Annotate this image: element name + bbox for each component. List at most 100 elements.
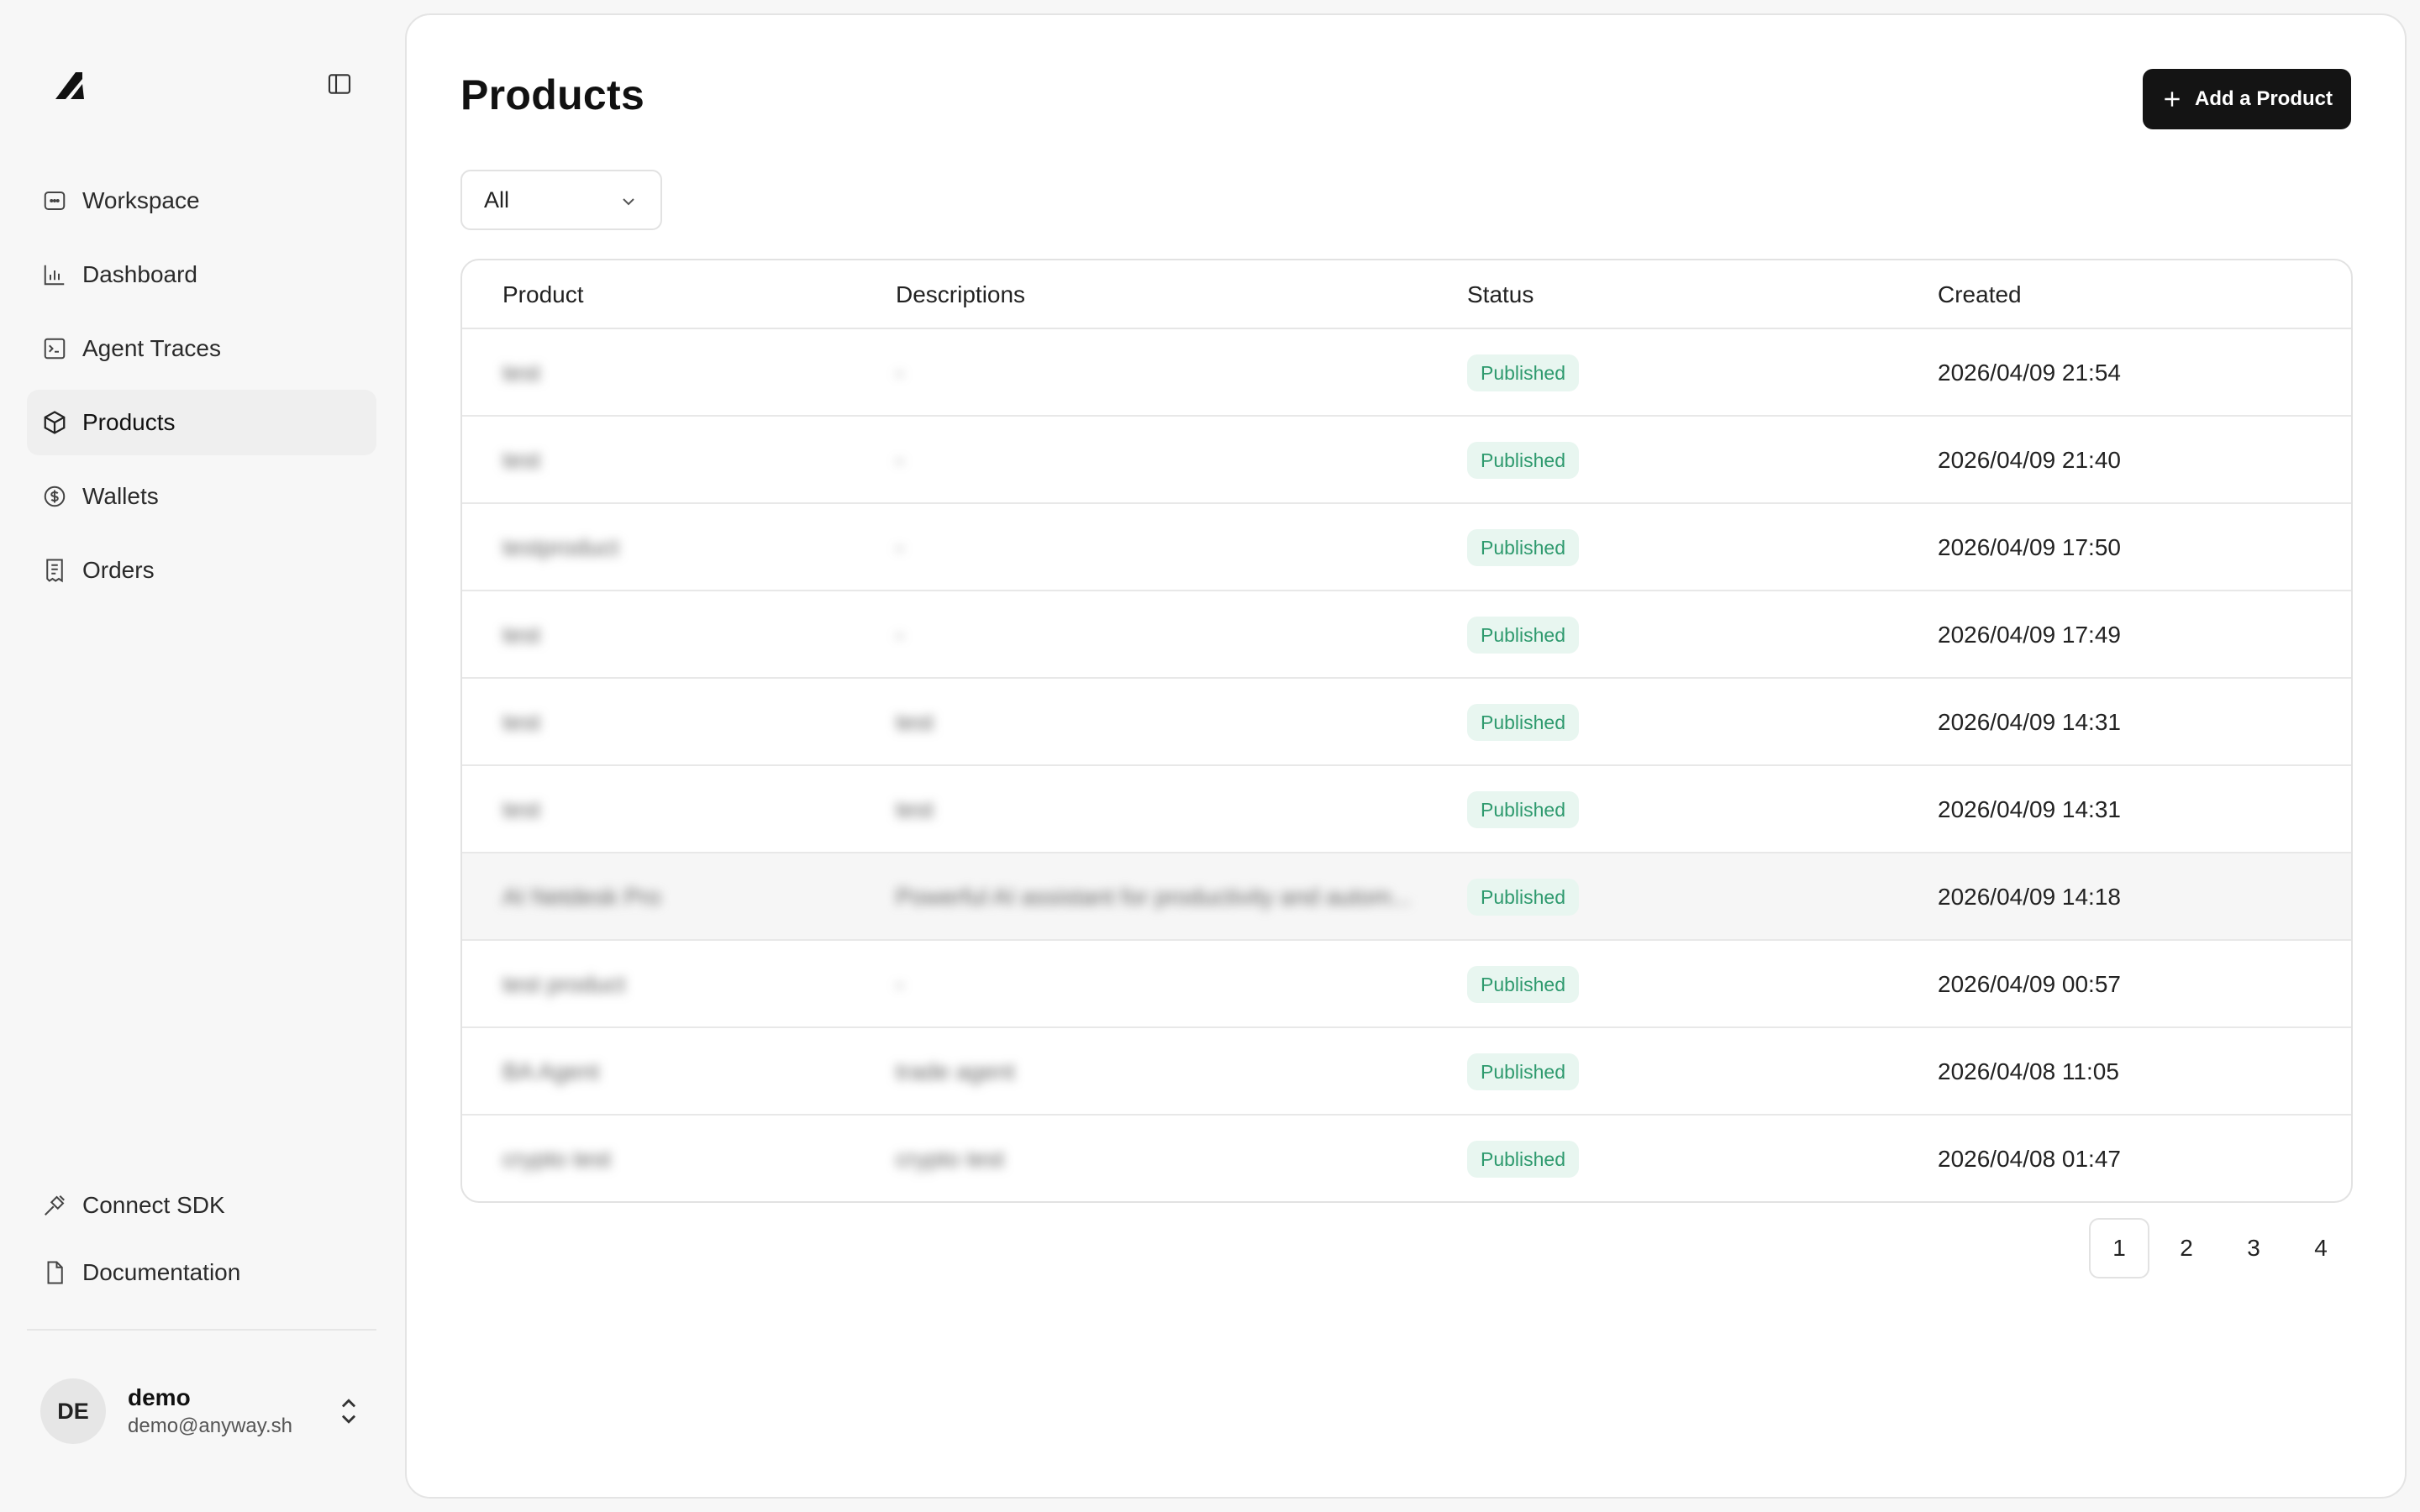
sidebar-toggle-button[interactable] (323, 67, 356, 101)
status-cell: Published (1467, 417, 1580, 504)
product-cell: test (502, 591, 540, 679)
terminal-icon (42, 336, 67, 361)
product-description: - (896, 360, 904, 386)
sidebar-item-wallets[interactable]: Wallets (27, 464, 376, 529)
product-name: AI Netdesk Pro (502, 884, 661, 910)
add-product-button[interactable]: Add a Product (2142, 69, 2351, 129)
status-badge: Published (1467, 704, 1580, 741)
product-cell: BA Agent (502, 1028, 599, 1116)
secondary-nav: Connect SDK Documentation (27, 1173, 376, 1307)
sidebar-item-label: Products (82, 409, 176, 435)
product-cell: test (502, 679, 540, 766)
product-name: test (502, 796, 541, 822)
status-badge: Published (1467, 966, 1580, 1003)
products-table: Product Descriptions Status Created test… (460, 259, 2353, 1203)
table-row[interactable]: test - Published 2026/04/09 21:54 (462, 329, 2351, 417)
table-row[interactable]: test - Published 2026/04/09 21:40 (462, 417, 2351, 504)
product-cell: testproduct (502, 504, 619, 591)
sidebar-item-label: Agent Traces (82, 335, 221, 361)
plug-icon (42, 1193, 67, 1218)
table-row[interactable]: test - Published 2026/04/09 17:49 (462, 591, 2351, 679)
description-cell: crypto test (896, 1116, 1005, 1201)
description-cell: Powerful AI assistant for productivity a… (896, 853, 1411, 941)
main-panel: Products Add a Product All Product Descr… (405, 13, 2407, 1499)
table-row[interactable]: crypto test crypto test Published 2026/0… (462, 1116, 2351, 1201)
sidebar-item-documentation[interactable]: Documentation (27, 1240, 376, 1305)
product-description: trade agent (896, 1058, 1015, 1084)
page-button-1[interactable]: 1 (2089, 1218, 2149, 1278)
table-row[interactable]: test test Published 2026/04/09 14:31 (462, 766, 2351, 853)
pagination: 1 2 3 4 (2082, 1218, 2351, 1278)
page-button-3[interactable]: 3 (2223, 1218, 2284, 1278)
sidebar-item-label: Documentation (82, 1259, 241, 1285)
created-date: 2026/04/09 21:54 (1938, 360, 2121, 386)
sidebar-item-label: Dashboard (82, 261, 197, 287)
product-description: test (896, 796, 934, 822)
sidebar-divider (27, 1329, 376, 1331)
bar-chart-icon (42, 262, 67, 287)
sidebar-item-label: Connect SDK (82, 1192, 225, 1218)
product-name: test product (502, 971, 626, 997)
product-cell: test (502, 417, 540, 504)
chevron-down-icon (623, 198, 634, 206)
sidebar-item-label: Wallets (82, 483, 159, 509)
sidebar-item-workspace[interactable]: Workspace (27, 168, 376, 234)
product-name: testproduct (502, 534, 619, 560)
sidebar: Workspace Dashboard Agent Traces Product… (0, 0, 405, 1512)
workspace-icon (42, 188, 67, 213)
sidebar-item-connect-sdk[interactable]: Connect SDK (27, 1173, 376, 1238)
description-cell: test (896, 679, 934, 766)
filter-value: All (484, 186, 510, 213)
sidebar-item-label: Orders (82, 557, 155, 583)
table-row[interactable]: BA Agent trade agent Published 2026/04/0… (462, 1028, 2351, 1116)
brand-logo-icon[interactable] (50, 64, 91, 104)
table-row[interactable]: testproduct - Published 2026/04/09 17:50 (462, 504, 2351, 591)
user-info: demo demo@anyway.sh (128, 1383, 292, 1440)
main-nav: Workspace Dashboard Agent Traces Product… (27, 168, 376, 612)
add-product-label: Add a Product (2194, 87, 2333, 110)
status-cell: Published (1467, 1028, 1580, 1116)
chevron-up-down-icon (341, 1399, 356, 1424)
table-row[interactable]: test product - Published 2026/04/09 00:5… (462, 941, 2351, 1028)
column-header-descriptions: Descriptions (896, 281, 1026, 307)
description-cell: - (896, 417, 903, 504)
plus-icon (2165, 92, 2180, 107)
product-name: test (502, 360, 541, 386)
status-cell: Published (1467, 853, 1580, 941)
product-cell: crypto test (502, 1116, 612, 1201)
product-description: - (896, 447, 904, 473)
sidebar-item-products[interactable]: Products (27, 390, 376, 455)
description-cell: test (896, 766, 934, 853)
product-name: crypto test (502, 1146, 612, 1172)
status-filter-select[interactable]: All (460, 170, 662, 230)
product-name: test (502, 622, 541, 648)
created-date: 2026/04/09 14:31 (1938, 709, 2121, 735)
sidebar-item-agent-traces[interactable]: Agent Traces (27, 316, 376, 381)
table-row[interactable]: AI Netdesk Pro Powerful AI assistant for… (462, 853, 2351, 941)
user-menu[interactable]: DE demo demo@anyway.sh (27, 1361, 376, 1462)
product-description: Powerful AI assistant for productivity a… (896, 884, 1412, 910)
created-date: 2026/04/09 17:50 (1938, 534, 2121, 560)
status-cell: Published (1467, 504, 1580, 591)
dollar-circle-icon (42, 484, 67, 509)
page-button-2[interactable]: 2 (2156, 1218, 2217, 1278)
status-badge: Published (1467, 617, 1580, 654)
table-row[interactable]: test test Published 2026/04/09 14:31 (462, 679, 2351, 766)
status-badge: Published (1467, 1053, 1580, 1090)
product-cell: AI Netdesk Pro (502, 853, 660, 941)
description-cell: - (896, 329, 903, 417)
sidebar-item-orders[interactable]: Orders (27, 538, 376, 603)
created-date: 2026/04/09 14:31 (1938, 796, 2121, 822)
description-cell: trade agent (896, 1028, 1015, 1116)
column-header-created: Created (1938, 281, 2022, 307)
sidebar-item-dashboard[interactable]: Dashboard (27, 242, 376, 307)
page-button-4[interactable]: 4 (2291, 1218, 2351, 1278)
app-root: Workspace Dashboard Agent Traces Product… (0, 0, 2420, 1512)
product-description: - (896, 971, 904, 997)
product-description: crypto test (896, 1146, 1005, 1172)
description-cell: - (896, 941, 903, 1028)
product-name: BA Agent (502, 1058, 600, 1084)
status-cell: Published (1467, 679, 1580, 766)
status-badge: Published (1467, 879, 1580, 916)
status-cell: Published (1467, 941, 1580, 1028)
